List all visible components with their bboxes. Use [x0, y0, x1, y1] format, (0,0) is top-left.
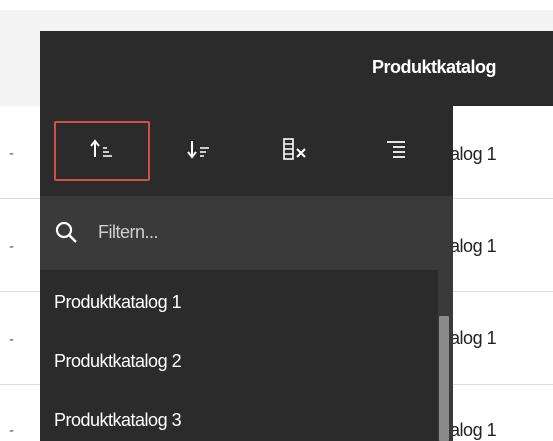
- row-prefix: -: [9, 145, 14, 162]
- row-prefix: -: [9, 331, 14, 348]
- search-icon: [54, 220, 78, 244]
- sort-ascending-icon: [89, 138, 115, 165]
- list-scrollbar[interactable]: [438, 270, 453, 441]
- list-item[interactable]: Produktkatalog 3: [54, 411, 434, 429]
- sort-ascending-button[interactable]: [54, 121, 150, 181]
- filter-input[interactable]: [98, 218, 398, 246]
- top-strip: [0, 0, 553, 10]
- value-list: Produktkatalog 1 Produktkatalog 2 Produk…: [40, 270, 453, 441]
- clear-filter-button[interactable]: [247, 121, 343, 181]
- scrollbar-thumb[interactable]: [439, 316, 449, 441]
- column-header-title[interactable]: Produktkatalog: [372, 58, 497, 76]
- list-item[interactable]: Produktkatalog 1: [54, 293, 434, 311]
- sort-descending-button[interactable]: [151, 121, 247, 181]
- row-prefix: -: [9, 422, 14, 439]
- list-item[interactable]: Produktkatalog 2: [54, 352, 434, 370]
- column-menu: Produktkatalog 1 Produktkatalog 2 Produk…: [40, 106, 453, 441]
- menu-toolbar: [40, 106, 453, 196]
- filter-row: [40, 196, 453, 270]
- align-right-icon: [383, 138, 409, 165]
- sort-descending-icon: [186, 138, 212, 165]
- clear-filter-icon: [281, 137, 309, 166]
- row-prefix: -: [9, 238, 14, 255]
- align-right-button[interactable]: [348, 121, 444, 181]
